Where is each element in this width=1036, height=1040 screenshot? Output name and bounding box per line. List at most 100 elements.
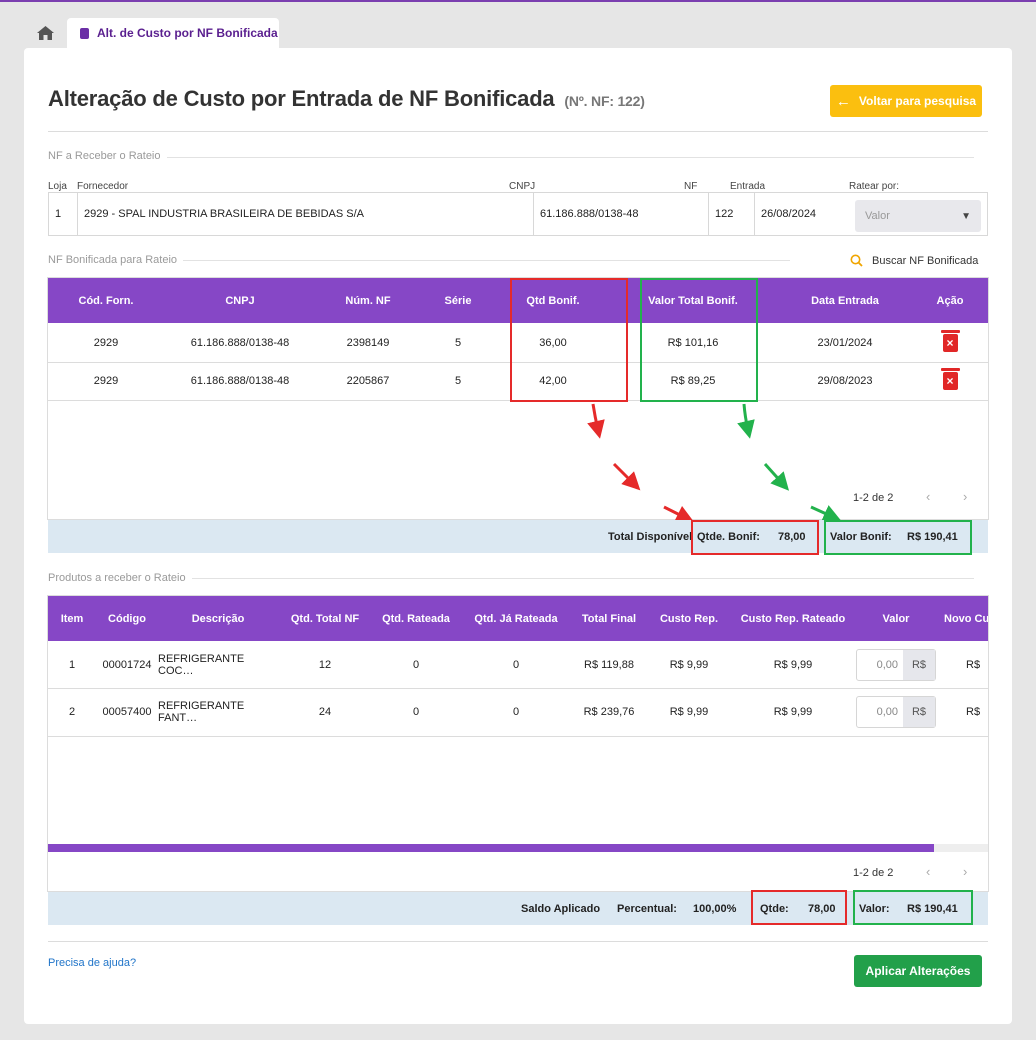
back-to-search-button[interactable]: ← Voltar para pesquisa: [830, 85, 982, 117]
qtde-label: Qtde:: [760, 903, 789, 915]
horizontal-scrollbar[interactable]: [48, 844, 988, 852]
trash-icon: ×: [940, 330, 960, 352]
arrow-left-icon: ←: [835, 92, 851, 110]
valor-input-suffix: R$: [903, 650, 935, 680]
cell-cod-forn: 2929: [93, 375, 119, 387]
trash-icon: ×: [940, 368, 960, 390]
label-cnpj: CNPJ: [509, 181, 536, 192]
cell-qtd-ja-rateada: 0: [512, 658, 520, 671]
header-divider: [48, 131, 988, 132]
table-header: Item Código Descrição Qtd. Total NF Qtd.…: [48, 596, 989, 641]
cell-descricao: REFRIGERANTE FANT…: [158, 700, 245, 724]
home-tab[interactable]: [30, 20, 60, 46]
produtos-table: Item Código Descrição Qtd. Total NF Qtd.…: [47, 595, 989, 892]
cell-data-entrada: 23/01/2024: [817, 337, 873, 349]
home-icon: [36, 26, 54, 40]
footer-divider: [48, 941, 988, 942]
green-arrow: [763, 462, 790, 491]
top-accent-line: [0, 0, 1036, 2]
valor-bonif-value: R$ 190,41: [907, 531, 958, 543]
clipboard-icon: [80, 27, 89, 39]
col-qtd-ja-rateada: Qtd. Já Rateada: [474, 612, 558, 625]
help-link[interactable]: Precisa de ajuda?: [48, 957, 136, 969]
cell-custo-rep: R$ 9,99: [669, 658, 709, 671]
col-num-nf: Núm. NF: [345, 294, 391, 307]
cell-total-final: R$ 119,88: [584, 658, 634, 671]
cell-novo-custo: R$: [966, 658, 981, 671]
cell-custo-rep-rateado: R$ 9,99: [773, 706, 813, 718]
section-legend-produtos: Produtos a receber o Rateio: [48, 572, 192, 584]
cell-custo-rep: R$ 9,99: [669, 706, 709, 718]
totals-bar-saldo: [48, 892, 988, 925]
cell-serie: 5: [454, 337, 462, 349]
select-value: Valor: [865, 210, 890, 222]
cell-qtd-ja-rateada: 0: [512, 706, 520, 718]
cell-num-nf: 2205867: [346, 375, 390, 387]
legend-line: [48, 157, 974, 158]
valor-input[interactable]: 0,00 R$: [856, 649, 936, 681]
ratear-por-select[interactable]: Valor ▼: [855, 200, 981, 232]
section-legend-nf-bonificada: NF Bonificada para Rateio: [48, 254, 184, 266]
cell-descricao: REFRIGERANTE COC…: [158, 652, 245, 677]
col-codigo: Código: [108, 612, 146, 625]
label-nf: NF: [684, 181, 698, 192]
label-loja: Loja: [48, 181, 67, 192]
col-qtd-total-nf: Qtd. Total NF: [290, 612, 360, 625]
valor-input[interactable]: 0,00 R$: [856, 696, 936, 728]
col-item: Item: [60, 612, 84, 625]
chevron-right-icon[interactable]: ›: [963, 864, 967, 879]
chevron-left-icon[interactable]: ‹: [926, 864, 930, 879]
green-arrow: [737, 403, 755, 439]
qtde-bonif-value: 78,00: [778, 531, 806, 543]
col-acao: Ação: [936, 294, 964, 307]
percentual-label: Percentual:: [617, 903, 677, 915]
cell-total-final: R$ 239,76: [583, 706, 635, 718]
value-cnpj: 61.186.888/0138-48: [534, 193, 709, 235]
chevron-left-icon[interactable]: ‹: [926, 489, 930, 504]
value-loja: 1: [49, 193, 78, 235]
search-nf-bonificada-button[interactable]: Buscar NF Bonificada: [850, 254, 978, 267]
red-arrow: [587, 403, 605, 439]
total-disponivel-label: Total Disponível: [608, 531, 693, 543]
cell-qtd-total-nf: 12: [318, 658, 332, 671]
cell-item: 1: [68, 658, 76, 671]
col-cnpj: CNPJ: [225, 294, 255, 307]
col-custo-rep-rateado: Custo Rep. Rateado: [740, 612, 846, 625]
col-valor: Valor: [882, 612, 910, 625]
label-fornecedor: Fornecedor: [77, 181, 129, 192]
valor-value: R$ 190,41: [907, 903, 958, 915]
search-nf-label: Buscar NF Bonificada: [872, 254, 979, 267]
red-arrow: [663, 505, 695, 523]
valor-input-suffix: R$: [903, 697, 935, 727]
scrollbar-thumb[interactable]: [48, 844, 934, 852]
tab-alt-custo-nf[interactable]: Alt. de Custo por NF Bonificada: [67, 18, 279, 48]
saldo-aplicado-label: Saldo Aplicado: [521, 903, 601, 915]
valor-input-value: 0,00: [876, 659, 898, 671]
delete-row-button[interactable]: ×: [920, 362, 980, 400]
row-divider: [48, 736, 988, 737]
qtde-bonif-label: Qtde. Bonif:: [697, 531, 760, 543]
section-legend-nf-receber: NF a Receber o Rateio: [48, 150, 167, 162]
chevron-right-icon[interactable]: ›: [963, 489, 967, 504]
apply-changes-button[interactable]: Aplicar Alterações: [854, 955, 982, 987]
pagination-info: 1-2 de 2: [853, 492, 894, 504]
percentual-value: 100,00%: [693, 903, 737, 915]
chevron-down-icon: ▼: [961, 210, 971, 222]
cell-serie: 5: [454, 375, 462, 387]
value-nf: 122: [709, 193, 755, 235]
label-ratear-por: Ratear por:: [849, 181, 900, 192]
valor-label: Valor:: [859, 903, 890, 915]
col-novo-custo: Novo Cu: [944, 612, 989, 625]
pagination-info: 1-2 de 2: [853, 867, 894, 879]
cell-codigo: 00001724: [102, 658, 152, 671]
qtde-value: 78,00: [808, 903, 836, 915]
delete-row-button[interactable]: ×: [920, 323, 980, 363]
cell-qtd-total-nf: 24: [318, 706, 332, 718]
cell-item: 2: [68, 706, 76, 718]
cell-qtd-rateada: 0: [412, 706, 420, 718]
red-arrow: [612, 462, 641, 491]
value-entrada: 26/08/2024: [761, 208, 817, 220]
nf-info-row: 1 2929 - SPAL INDUSTRIA BRASILEIRA DE BE…: [48, 192, 988, 236]
value-fornecedor: 2929 - SPAL INDUSTRIA BRASILEIRA DE BEBI…: [78, 193, 534, 235]
page-title: Alteração de Custo por Entrada de NF Bon…: [48, 86, 645, 112]
